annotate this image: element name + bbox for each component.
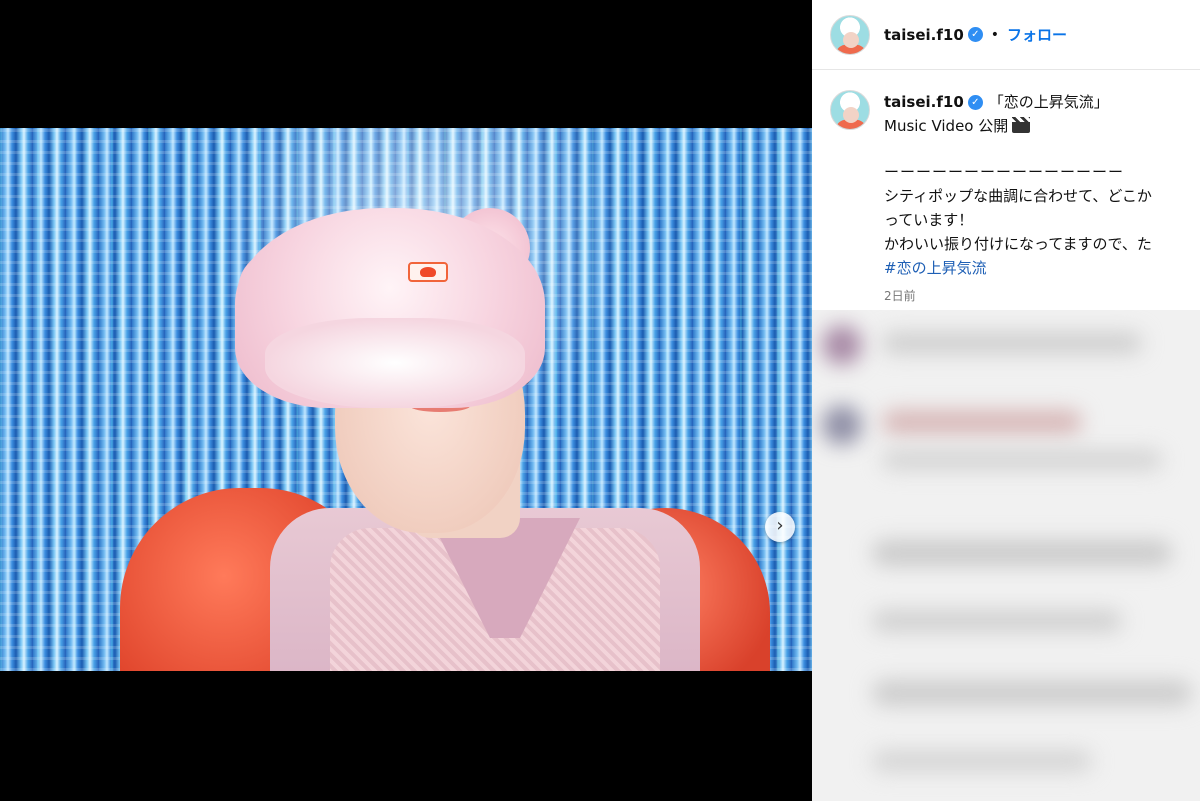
follow-button[interactable]: フォロー [1007, 24, 1067, 45]
separator-dot: • [990, 26, 1000, 43]
blurred-text [872, 680, 1192, 706]
hat-heart-tag [408, 262, 448, 282]
caption-line: かわいい振り付けになってますので、た [884, 235, 1152, 253]
next-arrow-icon[interactable]: › [765, 512, 795, 542]
caption-line: っています！ [884, 211, 974, 229]
caption-line: Music Video 公開 [884, 117, 1009, 135]
blurred-text [872, 750, 1092, 772]
post-header: taisei.f10 ✓ • フォロー [812, 0, 1200, 70]
post-photo[interactable]: › [0, 128, 812, 671]
blurred-text [882, 332, 1142, 354]
blurred-comments [812, 310, 1200, 801]
blurred-text [872, 610, 1122, 632]
post-caption: taisei.f10 ✓ 「恋の上昇気流」 Music Video 公開 ーーーーー… [812, 70, 1200, 308]
blurred-avatar [822, 405, 862, 445]
hashtag-link[interactable]: #恋の上昇気流 [884, 256, 1200, 280]
caption-avatar[interactable] [830, 90, 870, 130]
post-media-area: › [0, 0, 812, 801]
clapper-board-icon [1012, 117, 1031, 133]
hat-brim [265, 318, 525, 408]
caption-body: taisei.f10 ✓ 「恋の上昇気流」 Music Video 公開 ーーーーー… [884, 90, 1200, 308]
caption-username[interactable]: taisei.f10 [884, 93, 964, 111]
verified-badge-icon: ✓ [967, 27, 983, 42]
blurred-text [882, 410, 1082, 434]
caption-line: シティポップな曲調に合わせて、どこか [884, 187, 1152, 205]
blurred-text [882, 450, 1162, 470]
blurred-avatar [822, 325, 862, 365]
post-timestamp[interactable]: 2日前 [884, 284, 1200, 308]
caption-divider: ーーーーーーーーーーーーーーー [884, 163, 1125, 181]
avatar[interactable] [830, 14, 870, 55]
verified-badge-icon: ✓ [967, 95, 983, 110]
blurred-text [872, 540, 1172, 566]
post-sidebar: taisei.f10 ✓ • フォロー taisei.f10 ✓ 「恋の上昇気流」 … [812, 0, 1200, 801]
caption-title: 「恋の上昇気流」 [988, 93, 1109, 111]
header-username[interactable]: taisei.f10 [884, 26, 964, 44]
